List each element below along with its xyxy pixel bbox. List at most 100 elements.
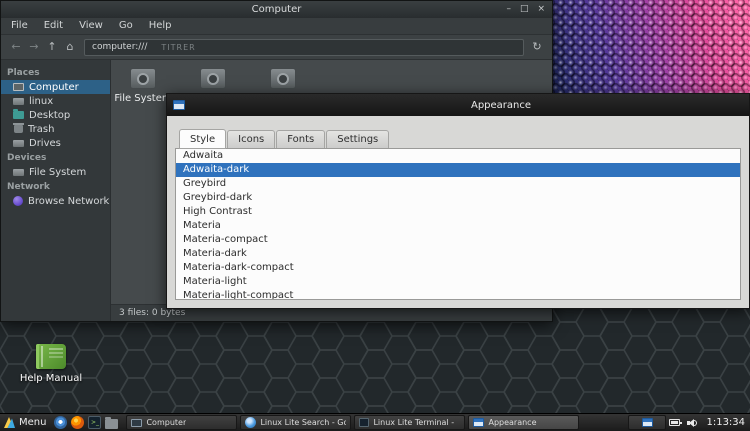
theme-item-greybird[interactable]: Greybird xyxy=(176,177,740,191)
task-button-terminal[interactable]: Linux Lite Terminal - xyxy=(354,415,465,430)
statusbar-text: 3 files: 0 bytes xyxy=(119,308,185,318)
drive-icon xyxy=(130,68,156,89)
desktop: Help Manual Computer – □ × File Edit Vie… xyxy=(0,0,750,431)
tab-icons[interactable]: Icons xyxy=(227,130,275,149)
theme-item-materia-light-compact[interactable]: Materia-light-compact xyxy=(176,289,740,300)
drive-icon xyxy=(270,68,296,89)
home-icon[interactable]: ⌂ xyxy=(61,35,79,59)
sidebar-item-drives[interactable]: Drives xyxy=(1,136,110,150)
task-label: Appearance xyxy=(488,418,536,427)
address-bar[interactable]: computer:/// TITRER xyxy=(84,39,524,56)
task-label: Linux Lite Search - Go... xyxy=(260,418,346,427)
task-label: Linux Lite Terminal - xyxy=(373,418,454,427)
drive-icon xyxy=(200,68,226,89)
search-task-icon xyxy=(245,417,256,428)
clock[interactable]: 1:13:34 xyxy=(706,417,745,428)
firefox-icon[interactable] xyxy=(71,416,84,429)
file-item-drive-2[interactable] xyxy=(181,68,245,93)
window-mini-icon xyxy=(642,418,653,427)
menu-file[interactable]: File xyxy=(3,18,36,34)
sidebar-item-browse-network[interactable]: Browse Network xyxy=(1,194,110,208)
window-controls: – □ × xyxy=(506,1,552,18)
appearance-titlebar[interactable]: Appearance xyxy=(167,94,749,116)
theme-item-adwaita-dark[interactable]: Adwaita-dark xyxy=(176,163,740,177)
sidebar-item-desktop[interactable]: Desktop xyxy=(1,108,110,122)
trash-icon xyxy=(14,125,23,133)
sidebar-item-computer[interactable]: Computer xyxy=(1,80,110,94)
back-icon[interactable]: ← xyxy=(7,35,25,59)
theme-item-materia-dark-compact[interactable]: Materia-dark-compact xyxy=(176,261,740,275)
sidebar-section-places: Places xyxy=(1,65,110,80)
power-icon[interactable] xyxy=(669,419,680,426)
folder-icon xyxy=(13,111,24,119)
drives-icon xyxy=(13,140,24,147)
theme-item-materia-compact[interactable]: Materia-compact xyxy=(176,233,740,247)
theme-item-greybird-dark[interactable]: Greybird-dark xyxy=(176,191,740,205)
window-title: Appearance xyxy=(471,100,531,111)
theme-item-adwaita[interactable]: Adwaita xyxy=(176,149,740,163)
desktop-icon-help-manual[interactable]: Help Manual xyxy=(10,344,92,384)
tab-settings[interactable]: Settings xyxy=(326,130,389,149)
theme-item-materia-light[interactable]: Materia-light xyxy=(176,275,740,289)
tab-fonts[interactable]: Fonts xyxy=(276,130,325,149)
appearance-content: Style Icons Fonts Settings Adwaita Adwai… xyxy=(167,116,749,308)
file-manager-icon[interactable] xyxy=(105,419,118,429)
theme-item-high-contrast[interactable]: High Contrast xyxy=(176,205,740,219)
network-globe-icon xyxy=(13,196,23,206)
file-item-drive-3[interactable] xyxy=(251,68,315,93)
theme-item-materia-dark[interactable]: Materia-dark xyxy=(176,247,740,261)
menu-help[interactable]: Help xyxy=(141,18,180,34)
sidebar-section-network: Network xyxy=(1,179,110,194)
sidebar-item-label: Computer xyxy=(29,82,79,93)
menu-edit[interactable]: Edit xyxy=(36,18,71,34)
help-manual-book-icon xyxy=(36,344,66,369)
address-hint: TITRER xyxy=(161,43,195,52)
menu-go[interactable]: Go xyxy=(111,18,141,34)
up-icon[interactable]: ↑ xyxy=(43,35,61,59)
appearance-app-icon xyxy=(173,100,185,110)
sidebar-item-label: File System xyxy=(29,167,86,178)
sidebar-item-label: linux xyxy=(29,96,53,107)
system-tray: 1:13:34 xyxy=(669,417,750,428)
computer-task-icon xyxy=(131,419,142,427)
sidebar-item-label: Drives xyxy=(29,138,61,149)
reload-icon[interactable]: ↻ xyxy=(528,35,546,59)
appearance-task-icon xyxy=(473,418,484,427)
tab-style[interactable]: Style xyxy=(179,129,226,149)
task-label: Computer xyxy=(146,418,186,427)
volume-wave-icon xyxy=(693,420,697,426)
terminal-task-icon xyxy=(359,418,369,427)
chromium-icon[interactable] xyxy=(54,416,67,429)
linux-lite-logo-icon xyxy=(3,416,16,429)
window-title: Computer xyxy=(252,4,302,15)
desktop-icon-label: Help Manual xyxy=(10,373,92,384)
forward-icon[interactable]: → xyxy=(25,35,43,59)
terminal-icon[interactable]: >_ xyxy=(88,416,101,429)
address-value: computer:/// xyxy=(92,42,147,52)
close-button[interactable]: × xyxy=(537,1,545,18)
tab-strip: Style Icons Fonts Settings xyxy=(175,122,741,148)
sidebar-item-trash[interactable]: Trash xyxy=(1,122,110,136)
drive-icon xyxy=(13,169,24,176)
appearance-window: Appearance Style Icons Fonts Settings Ad… xyxy=(166,93,750,309)
disk-icon xyxy=(13,98,24,105)
sidebar-item-file-system[interactable]: File System xyxy=(1,165,110,179)
task-button-search[interactable]: Linux Lite Search - Go... xyxy=(240,415,351,430)
computer-icon xyxy=(13,83,24,91)
window-icon-button[interactable] xyxy=(628,415,666,430)
file-manager-titlebar[interactable]: Computer – □ × xyxy=(1,1,552,18)
minimize-button[interactable]: – xyxy=(506,1,511,18)
sidebar-item-label: Trash xyxy=(28,124,54,135)
task-button-computer[interactable]: Computer xyxy=(126,415,237,430)
menu-button[interactable]: Menu xyxy=(0,414,52,431)
task-button-appearance[interactable]: Appearance xyxy=(468,415,579,430)
sidebar-item-linux[interactable]: linux xyxy=(1,94,110,108)
menu-button-label: Menu xyxy=(19,417,46,428)
theme-item-materia[interactable]: Materia xyxy=(176,219,740,233)
sidebar-item-label: Desktop xyxy=(29,110,70,121)
volume-icon[interactable] xyxy=(687,417,699,428)
maximize-button[interactable]: □ xyxy=(520,1,529,18)
menu-view[interactable]: View xyxy=(71,18,111,34)
taskbar: Menu >_ Computer Linux Lite Search - Go.… xyxy=(0,413,750,431)
sidebar-item-label: Browse Network xyxy=(28,196,109,207)
